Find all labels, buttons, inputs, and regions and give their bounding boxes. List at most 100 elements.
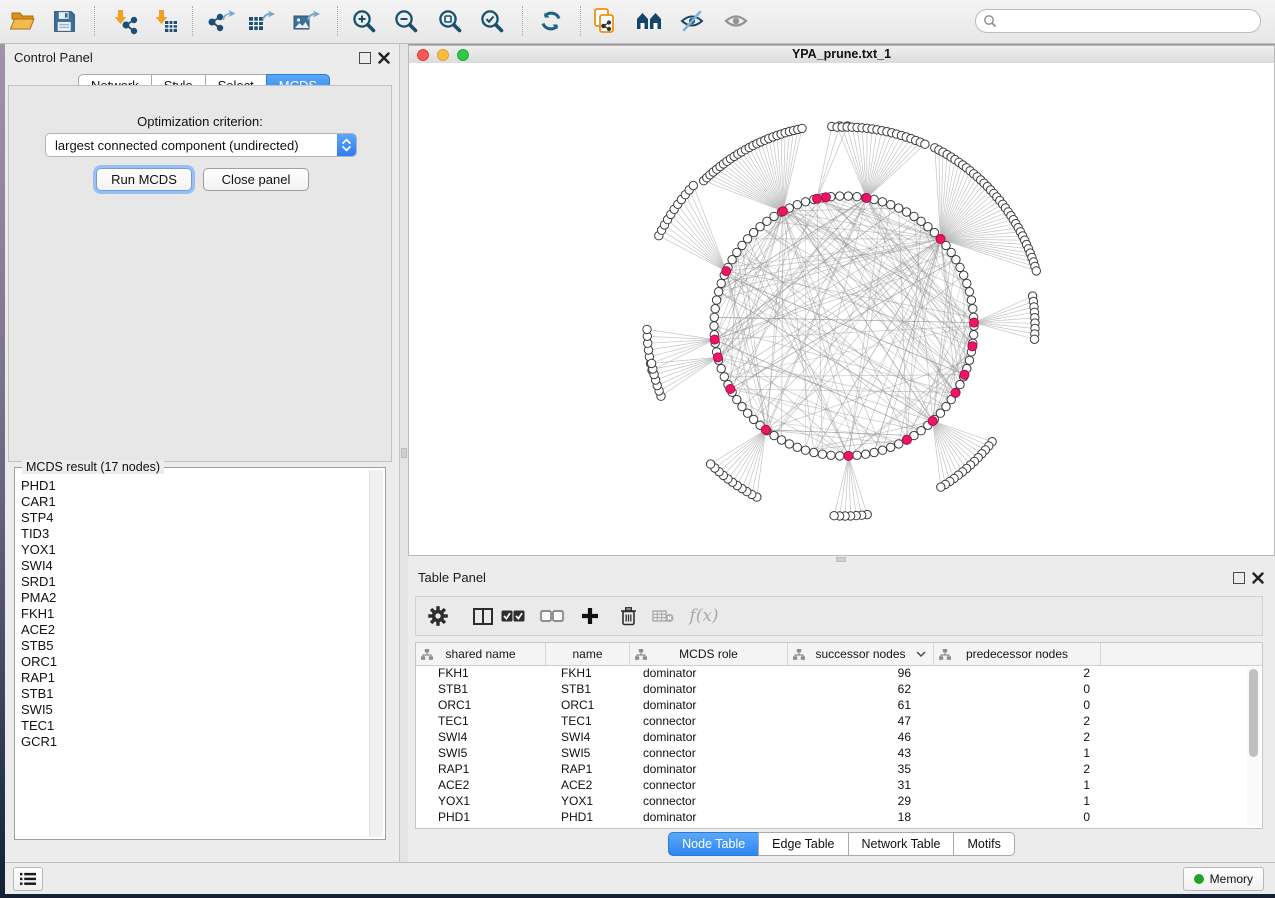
mcds-result-item[interactable]: RAP1 (21, 670, 365, 686)
scrollbar-thumb[interactable] (1249, 669, 1258, 757)
table-cell: 61 (788, 697, 934, 713)
table-row[interactable]: STB1STB1dominator620 (416, 681, 1262, 697)
zoom-fit-button[interactable] (433, 4, 467, 38)
table-row[interactable]: TEC1TEC1connector472 (416, 713, 1262, 729)
zoom-out-button[interactable] (389, 4, 423, 38)
save-session-button[interactable] (47, 4, 81, 38)
table-cell: 29 (788, 793, 934, 809)
dropdown-value: largest connected component (undirected) (46, 138, 337, 153)
mcds-result-item[interactable]: CAR1 (21, 494, 365, 510)
column-header-shared-name[interactable]: shared name (416, 643, 546, 665)
search-input[interactable] (997, 11, 1260, 31)
table-cell: 1 (934, 745, 1101, 761)
show-graphics-details-button[interactable] (719, 4, 753, 38)
mcds-result-item[interactable]: TID3 (21, 526, 365, 542)
column-header-successor-nodes[interactable]: successor nodes (788, 643, 934, 665)
column-header-name[interactable]: name (546, 643, 630, 665)
column-header-filler (1101, 643, 1262, 665)
mcds-result-item[interactable]: STP4 (21, 510, 365, 526)
close-panel-icon[interactable] (1252, 571, 1264, 583)
export-image-button[interactable] (289, 4, 323, 38)
refresh-layout-button[interactable] (534, 4, 568, 38)
table-cell: 1 (934, 777, 1101, 793)
table-cell: SWI5 (546, 745, 630, 761)
mcds-result-item[interactable]: TEC1 (21, 718, 365, 734)
tab-node-table[interactable]: Node Table (668, 832, 759, 856)
optimization-criterion-select[interactable]: largest connected component (undirected) (45, 133, 357, 157)
table-cell: YOX1 (546, 793, 630, 809)
tab-edge-table[interactable]: Edge Table (758, 832, 848, 856)
close-mcds-panel-button[interactable]: Close panel (203, 168, 309, 191)
mcds-result-item[interactable]: SRD1 (21, 574, 365, 590)
select-all-button[interactable] (497, 601, 529, 631)
export-image-icon (292, 8, 320, 35)
table-row[interactable]: ACE2ACE2connector311 (416, 777, 1262, 793)
toolbar-separator (94, 6, 96, 36)
settings-gear-button[interactable] (422, 601, 454, 631)
open-file-button[interactable] (6, 4, 40, 38)
import-table-icon (152, 8, 179, 35)
table-row[interactable]: YOX1YOX1connector291 (416, 793, 1262, 809)
table-panel: Table Panel (408, 563, 1275, 862)
mcds-result-list: PHD1CAR1STP4TID3YOX1SWI4SRD1PMA2FKH1ACE2… (21, 478, 365, 835)
mcds-result-item[interactable]: SWI5 (21, 702, 365, 718)
close-panel-icon[interactable] (378, 51, 390, 63)
result-list-scrollbar[interactable] (369, 470, 383, 837)
add-column-button[interactable] (574, 601, 606, 631)
delete-table-button[interactable] (647, 601, 679, 631)
show-columns-button[interactable] (467, 601, 499, 631)
table-cell: 96 (788, 665, 934, 681)
task-history-button[interactable] (13, 867, 43, 891)
import-table-button[interactable] (148, 4, 182, 38)
table-cell: 2 (934, 729, 1101, 745)
function-icon: f(x) (689, 606, 718, 626)
table-row[interactable]: SWI4SWI4dominator462 (416, 729, 1262, 745)
table-cell: FKH1 (546, 665, 630, 681)
mcds-result-item[interactable]: YOX1 (21, 542, 365, 558)
network-graph (409, 63, 1274, 555)
export-table-button[interactable] (244, 4, 278, 38)
float-panel-icon[interactable] (1233, 572, 1245, 584)
column-header-MCDS-role[interactable]: MCDS role (630, 643, 788, 665)
mcds-result-item[interactable]: PMA2 (21, 590, 365, 606)
mcds-result-item[interactable]: STB1 (21, 686, 365, 702)
table-row[interactable]: ORC1ORC1dominator610 (416, 697, 1262, 713)
table-row[interactable]: SWI5SWI5connector431 (416, 745, 1262, 761)
delete-column-button[interactable] (612, 601, 644, 631)
tab-motifs[interactable]: Motifs (953, 832, 1014, 856)
table-row[interactable]: FKH1FKH1dominator962 (416, 665, 1262, 681)
table-cell: connector (630, 777, 788, 793)
mcds-result-item[interactable]: ACE2 (21, 622, 365, 638)
import-network-button[interactable] (107, 4, 141, 38)
table-split-divider[interactable] (408, 556, 1275, 563)
zoom-selected-button[interactable] (475, 4, 509, 38)
column-header-predecessor-nodes[interactable]: predecessor nodes (934, 643, 1101, 665)
table-cell: SWI4 (416, 729, 546, 745)
function-builder-button[interactable]: f(x) (684, 601, 724, 631)
table-row[interactable]: PHD1PHD1dominator180 (416, 809, 1262, 825)
memory-button[interactable]: Memory (1183, 867, 1264, 891)
hide-panels-button[interactable] (675, 4, 709, 38)
mcds-result-item[interactable]: GCR1 (21, 734, 365, 750)
node-table: shared namenameMCDS rolesuccessor nodesp… (415, 642, 1263, 829)
mcds-result-item[interactable]: STB5 (21, 638, 365, 654)
mcds-result-item[interactable]: FKH1 (21, 606, 365, 622)
table-cell: STB1 (546, 681, 630, 697)
run-mcds-button[interactable]: Run MCDS (96, 168, 192, 191)
zoom-in-button[interactable] (347, 4, 381, 38)
clone-network-button[interactable] (588, 4, 622, 38)
export-network-button[interactable] (204, 4, 238, 38)
panel-split-divider[interactable] (400, 44, 408, 862)
deselect-all-button[interactable] (536, 601, 568, 631)
refresh-icon (538, 8, 564, 34)
mcds-result-item[interactable]: PHD1 (21, 478, 365, 494)
mcds-result-item[interactable]: ORC1 (21, 654, 365, 670)
table-scrollbar[interactable] (1247, 667, 1260, 825)
table-row[interactable]: RAP1RAP1dominator352 (416, 761, 1262, 777)
network-overview-button[interactable] (633, 4, 667, 38)
table-cell: ORC1 (416, 697, 546, 713)
tab-network-table[interactable]: Network Table (848, 832, 955, 856)
float-panel-icon[interactable] (359, 52, 371, 64)
network-canvas[interactable] (409, 63, 1274, 555)
mcds-result-item[interactable]: SWI4 (21, 558, 365, 574)
